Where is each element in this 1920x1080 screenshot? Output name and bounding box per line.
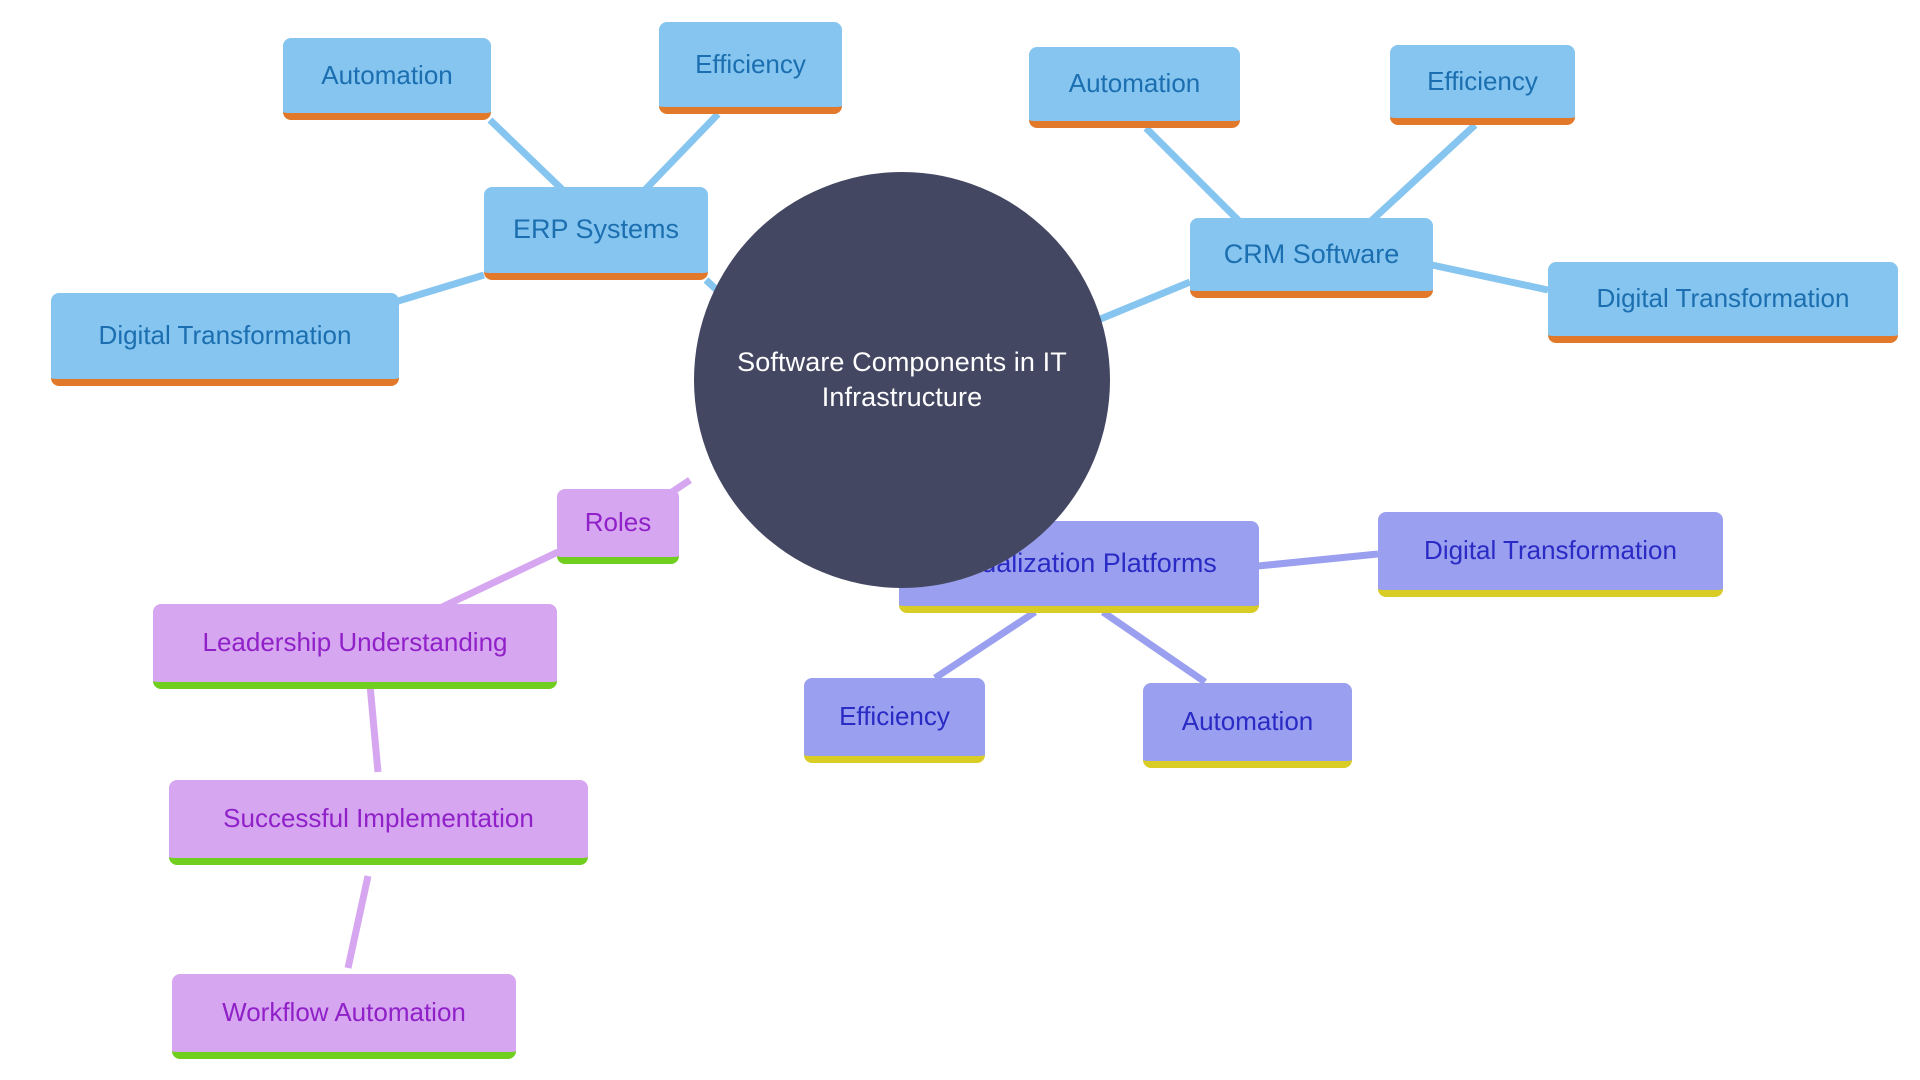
edge-virt-efficiency: [933, 609, 1037, 681]
node-virt-efficiency[interactable]: Efficiency: [804, 678, 985, 763]
node-label: ERP Systems: [512, 214, 680, 245]
edge-virt-digital: [1257, 550, 1379, 570]
node-label: Workflow Automation: [222, 997, 466, 1028]
edge-crm-digital: [1431, 261, 1549, 294]
node-label: Successful Implementation: [223, 803, 534, 834]
edge-virt-automation: [1101, 609, 1207, 685]
node-label: Roles: [584, 507, 652, 538]
node-label: Digital Transformation: [1424, 535, 1677, 566]
node-label: Digital Transformation: [1596, 283, 1850, 314]
root-node[interactable]: Software Components in IT Infrastructure: [694, 172, 1110, 588]
node-crm-automation[interactable]: Automation: [1029, 47, 1240, 128]
node-label: Efficiency: [839, 701, 950, 732]
node-crm-digital-transformation[interactable]: Digital Transformation: [1548, 262, 1898, 343]
node-workflow-automation[interactable]: Workflow Automation: [172, 974, 516, 1059]
edge-erp-efficiency: [637, 111, 721, 198]
node-label: Efficiency: [1427, 65, 1538, 96]
edge-crm-efficiency: [1367, 122, 1478, 225]
edge-crm-automation: [1143, 125, 1243, 225]
root-node-label: Software Components in IT Infrastructure: [737, 347, 1067, 412]
node-crm-software[interactable]: CRM Software: [1190, 218, 1433, 298]
node-leadership-understanding[interactable]: Leadership Understanding: [153, 604, 557, 689]
edge-success-workflow: [344, 875, 372, 969]
node-label: Leadership Understanding: [202, 627, 508, 658]
node-erp-systems[interactable]: ERP Systems: [484, 187, 708, 280]
node-label: CRM Software: [1223, 238, 1400, 269]
edge-erp-digital: [383, 271, 486, 309]
node-erp-digital-transformation[interactable]: Digital Transformation: [51, 293, 399, 386]
node-roles[interactable]: Roles: [557, 489, 679, 564]
node-crm-efficiency[interactable]: Efficiency: [1390, 45, 1575, 125]
node-label: Automation: [1068, 68, 1201, 99]
mindmap-canvas: Software Components in IT Infrastructure…: [0, 0, 1920, 1080]
node-label: Automation: [1181, 706, 1314, 737]
edge-erp-automation: [487, 117, 571, 198]
node-virt-automation[interactable]: Automation: [1143, 683, 1352, 768]
edge-roles-leadership: [438, 548, 560, 612]
node-label: Efficiency: [695, 48, 806, 79]
node-label: Automation: [321, 59, 453, 90]
node-erp-efficiency[interactable]: Efficiency: [659, 22, 842, 114]
node-successful-implementation[interactable]: Successful Implementation: [169, 780, 588, 865]
node-virt-digital-transformation[interactable]: Digital Transformation: [1378, 512, 1723, 597]
node-erp-automation[interactable]: Automation: [283, 38, 491, 120]
edge-root-crm: [1096, 278, 1192, 324]
node-label: Digital Transformation: [98, 320, 352, 351]
edge-leadership-success: [366, 684, 382, 773]
